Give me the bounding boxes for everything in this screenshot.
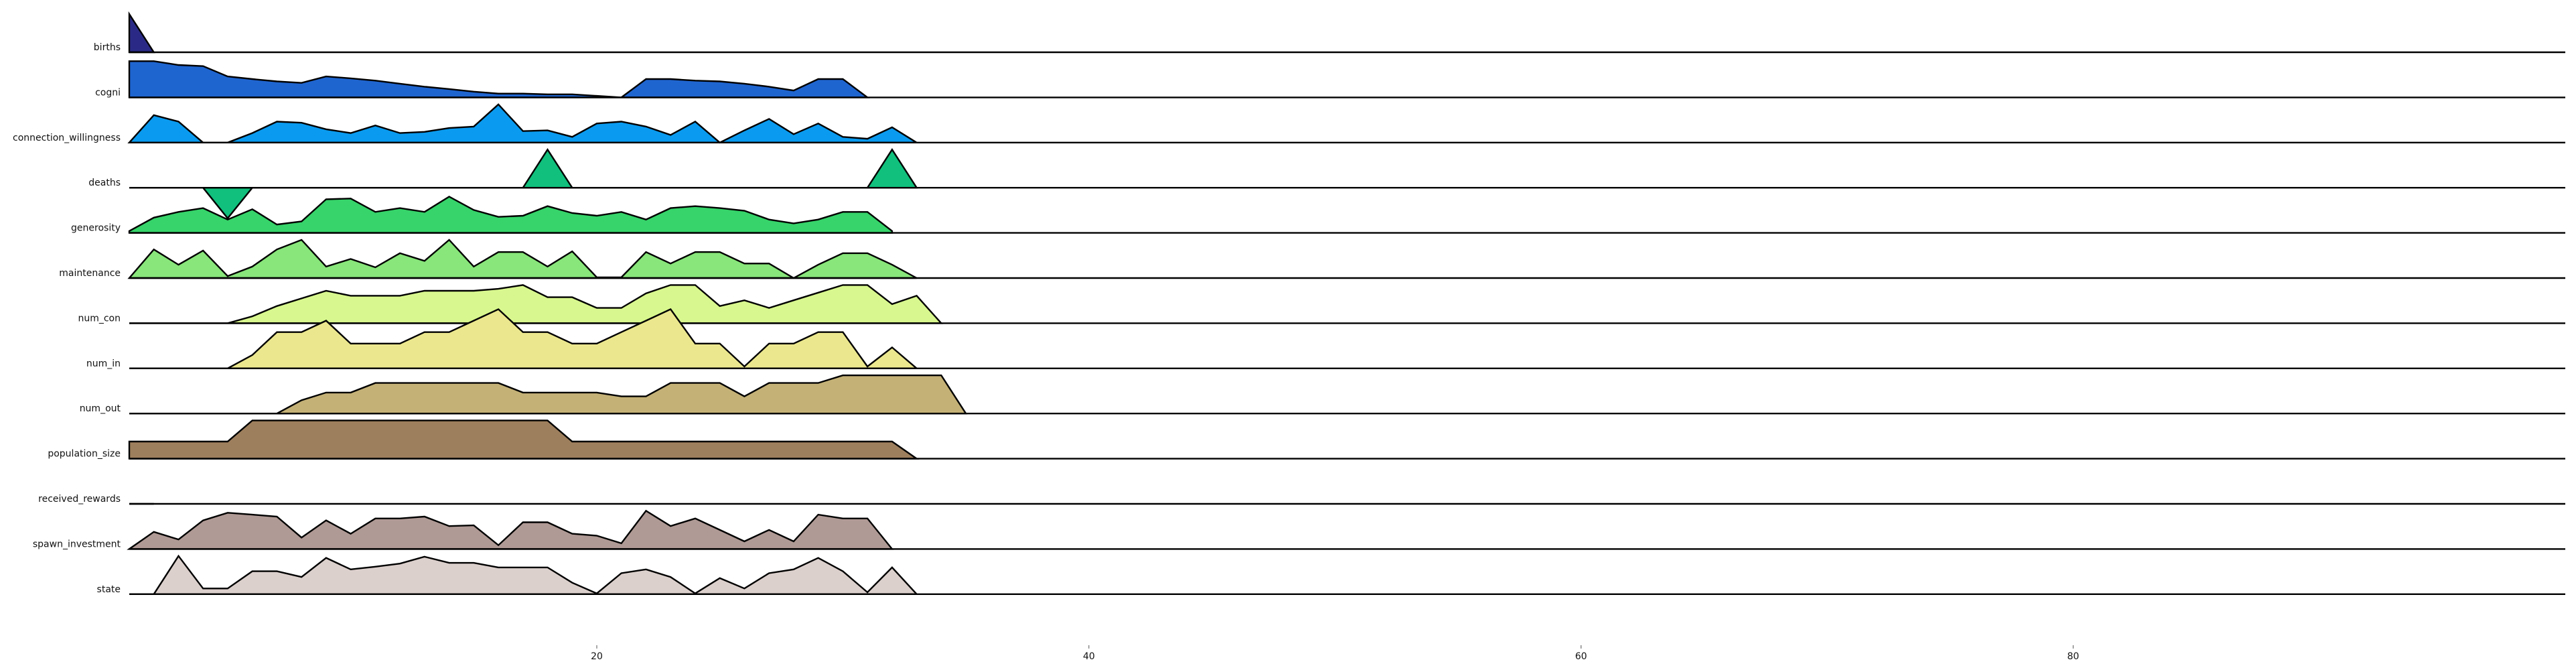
row-label-num-in: num_in	[86, 358, 121, 369]
row-label-population-size: population_size	[48, 449, 121, 460]
ridge-row-births: births	[94, 11, 2565, 54]
ridgeline-chart: births cogni connection_willingnessdeaths g…	[13, 11, 2565, 662]
row-label-received-rewards: received_rewards	[38, 494, 121, 505]
ridge-area-state	[129, 554, 919, 595]
ridge-area-population-size	[128, 419, 920, 460]
ridge-row-connection-willingness: connection_willingness	[13, 103, 2565, 144]
ridge-area-num-out	[129, 375, 968, 415]
x-axis: 20 40 60 80	[591, 645, 2079, 662]
x-tick-label: 80	[2067, 651, 2079, 662]
ridge-area-births	[128, 11, 155, 54]
ridge-row-population-size: population_size	[48, 419, 2565, 460]
ridge-row-num-out: num_out	[80, 375, 2565, 415]
ridge-area-deaths	[129, 147, 918, 220]
row-label-connection-willingness: connection_willingness	[13, 133, 121, 143]
row-label-num-out: num_out	[80, 403, 121, 414]
x-tick-label: 60	[1575, 651, 1587, 662]
x-tick-label: 40	[1083, 651, 1095, 662]
ridge-area-connection-willingness	[127, 103, 920, 144]
ridge-row-state: state	[97, 554, 2565, 595]
ridge-row-received-rewards: received_rewards	[38, 494, 2565, 505]
row-label-births: births	[94, 42, 121, 53]
ridge-rows: births cogni connection_willingnessdeaths g…	[13, 11, 2565, 595]
ridge-row-cogni: cogni	[95, 60, 2565, 98]
ridge-area-spawn-investment	[127, 509, 894, 550]
ridge-row-spawn-investment: spawn_investment	[33, 509, 2565, 550]
ridge-row-maintenance: maintenance	[59, 239, 2565, 279]
x-tick-label: 20	[591, 651, 603, 662]
ridge-area-maintenance	[127, 239, 918, 279]
row-label-num-con: num_con	[78, 313, 121, 324]
row-label-cogni: cogni	[95, 87, 121, 98]
row-label-state: state	[97, 584, 121, 595]
ridge-row-generosity: generosity	[71, 196, 2565, 234]
row-label-maintenance: maintenance	[59, 268, 121, 279]
ridge-area-generosity	[128, 196, 893, 234]
ridge-area-cogni	[128, 60, 870, 98]
ridge-row-num-con: num_con	[78, 284, 2565, 324]
ridge-area-num-con	[129, 284, 943, 324]
row-label-generosity: generosity	[71, 223, 121, 234]
row-label-deaths: deaths	[88, 178, 121, 188]
row-label-spawn-investment: spawn_investment	[33, 539, 121, 549]
